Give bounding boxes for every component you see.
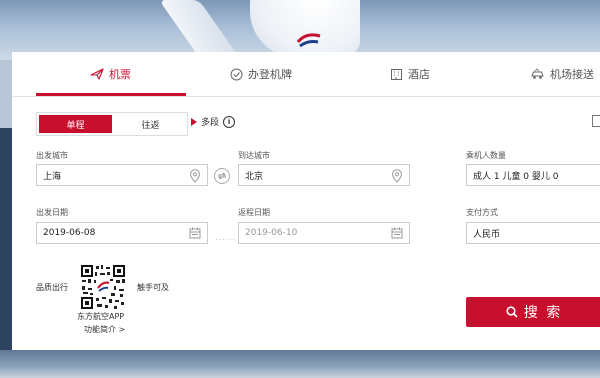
search-button-label: 搜 索 <box>523 305 563 321</box>
depart-date-label: 出发日期 <box>36 208 68 217</box>
payment-method-selector[interactable]: 人民币 <box>466 222 600 244</box>
play-arrow-icon <box>191 117 197 126</box>
return-date-label: 返程日期 <box>238 208 270 217</box>
footer-background <box>0 350 600 378</box>
booking-tabs: 机票 办登机牌 酒店 机场接送 <box>12 52 600 97</box>
search-icon <box>506 306 518 318</box>
app-intro-link[interactable]: 功能简介 > <box>84 324 125 335</box>
side-dark-strip <box>0 128 12 353</box>
info-icon[interactable]: i <box>223 115 236 128</box>
tab-check-in[interactable]: 办登机牌 <box>230 52 292 96</box>
swap-icon <box>217 172 227 180</box>
airline-logo-icon <box>296 33 321 48</box>
tab-flights-label: 机票 <box>109 68 131 81</box>
passengers-selector[interactable]: 成人 1 儿童 0 婴儿 0 <box>466 164 600 186</box>
passengers-label: 乘机人数量 <box>466 151 506 160</box>
one-way-button[interactable]: 单程 <box>39 115 112 133</box>
from-city-label: 出发城市 <box>36 151 68 160</box>
trip-type-toggle: 单程 往返 <box>36 112 188 136</box>
tab-airport-transfer[interactable]: 机场接送 <box>530 52 594 96</box>
payment-method-label: 支付方式 <box>466 208 498 217</box>
multi-segment-label: 多段 <box>201 118 220 128</box>
multi-segment-link[interactable]: 多段 i <box>191 115 236 128</box>
tab-hotel-label: 酒店 <box>408 68 430 81</box>
passengers-value: 成人 1 儿童 0 婴儿 0 <box>473 171 559 182</box>
option-checkbox[interactable] <box>592 115 600 127</box>
booking-panel: 机票 办登机牌 酒店 机场接送 单程 往返 多段 i 出发城市 上海 到达城市 … <box>12 52 600 350</box>
tab-flights[interactable]: 机票 <box>90 52 131 96</box>
tab-airport-transfer-label: 机场接送 <box>550 68 594 81</box>
depart-date-input[interactable]: 2019-06-08 <box>36 222 208 244</box>
calendar-icon <box>189 227 201 239</box>
tab-hotel[interactable]: 酒店 <box>390 52 430 96</box>
location-pin-icon <box>189 169 201 183</box>
return-date-input[interactable]: 2019-06-10 <box>238 222 410 244</box>
qr-code-icon <box>80 264 126 310</box>
plane-icon <box>90 68 104 80</box>
check-in-icon <box>230 68 243 80</box>
promo-left-text: 品质出行 <box>36 283 68 292</box>
from-city-value: 上海 <box>43 171 62 182</box>
depart-date-value: 2019-06-08 <box>43 228 96 238</box>
active-tab-indicator <box>36 93 186 96</box>
tab-check-in-label: 办登机牌 <box>248 68 292 81</box>
swap-cities-button[interactable] <box>214 168 230 184</box>
return-date-value: 2019-06-10 <box>245 228 298 238</box>
promo-right-text: 触手可及 <box>137 283 169 292</box>
to-city-label: 到达城市 <box>238 151 270 160</box>
date-range-separator: ...... <box>215 233 237 242</box>
search-button[interactable]: 搜 索 <box>466 297 600 327</box>
hotel-icon <box>391 68 402 80</box>
app-name: 东方航空APP <box>77 312 125 321</box>
round-trip-button[interactable]: 往返 <box>114 113 187 135</box>
to-city-input[interactable]: 北京 <box>238 164 410 186</box>
from-city-input[interactable]: 上海 <box>36 164 208 186</box>
location-pin-icon <box>391 169 403 183</box>
calendar-icon <box>391 227 403 239</box>
payment-method-value: 人民币 <box>473 229 501 240</box>
car-icon <box>531 68 544 79</box>
to-city-value: 北京 <box>245 171 264 182</box>
